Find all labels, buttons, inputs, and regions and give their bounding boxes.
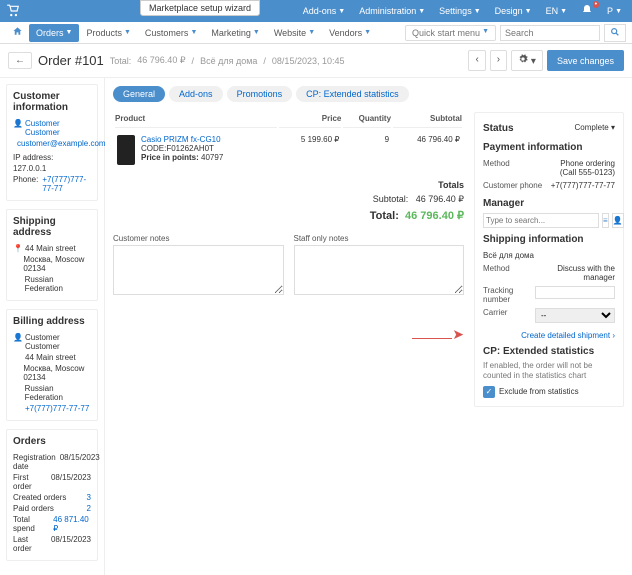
orders-stat-row: First order08/15/2023	[13, 472, 91, 492]
customer-info-card: Customer information 👤Customer Customer …	[6, 84, 98, 201]
menu-language[interactable]: EN▼	[542, 6, 571, 16]
product-name-link[interactable]: Casio PRIZM fx-CG10	[141, 135, 221, 144]
menu-addons[interactable]: Add-ons▼	[299, 6, 349, 16]
nav-products[interactable]: Products▼	[79, 24, 137, 42]
global-search-input[interactable]	[500, 25, 600, 41]
subtotal-cell: 46 796.40 ₽	[393, 130, 462, 170]
callout-arrow: ➤	[113, 328, 464, 345]
cart-icon[interactable]	[6, 4, 20, 18]
right-panel: StatusComplete ▾ Payment information Met…	[474, 112, 624, 407]
orders-stat-row: Last order08/15/2023	[13, 534, 91, 554]
shipping-address-card: Shipping address 📍44 Main street Москва,…	[6, 209, 98, 301]
tabs: General Add-ons Promotions CP: Extended …	[113, 86, 624, 102]
gear-button[interactable]: ▾	[511, 50, 543, 71]
user-icon: 👤	[13, 333, 21, 351]
save-changes-button[interactable]: Save changes	[547, 50, 624, 71]
orders-stat-row: Paid orders2	[13, 503, 91, 514]
billing-phone-link[interactable]: +7(777)777-77-77	[25, 404, 89, 413]
notification-badge: •	[593, 1, 599, 8]
manager-add-icon[interactable]: 👤	[612, 213, 624, 228]
customer-name-link[interactable]: Customer Customer	[25, 119, 91, 137]
next-order-button[interactable]: ›	[490, 50, 507, 71]
billing-address-card: Billing address 👤Customer Customer 44 Ma…	[6, 309, 98, 421]
exclude-stats-checkbox[interactable]: ✓	[483, 386, 495, 398]
back-button[interactable]: ←	[8, 52, 32, 69]
quick-start-menu[interactable]: Quick start menu▼	[405, 25, 496, 41]
product-image[interactable]	[117, 135, 135, 165]
title-timestamp: 08/15/2023, 10:45	[272, 56, 345, 66]
qty-cell: 9	[343, 130, 391, 170]
title-bar: ← Order #101 Total: 46 796.40 ₽ / Всё дл…	[0, 44, 632, 78]
tracking-number-input[interactable]	[535, 286, 615, 299]
tab-promotions[interactable]: Promotions	[227, 86, 293, 102]
location-icon: 📍	[13, 244, 21, 253]
marketplace-wizard-button[interactable]: Marketplace setup wizard	[140, 0, 260, 16]
menu-design[interactable]: Design▼	[491, 6, 536, 16]
table-row: Casio PRIZM fx-CG10 CODE:F01262AH0T Pric…	[115, 130, 462, 170]
manager-search-input[interactable]	[483, 213, 599, 228]
customer-notes-input[interactable]	[113, 245, 284, 295]
nav-orders[interactable]: Orders▼	[29, 24, 79, 42]
totals-block: Totals Subtotal: 46 796.40 ₽ Total: 46 7…	[113, 178, 464, 224]
status-dropdown[interactable]: Complete ▾	[514, 123, 615, 134]
notifications-icon[interactable]: •	[577, 4, 597, 18]
nav-marketing[interactable]: Marketing▼	[204, 24, 266, 42]
price-cell: 5 199.60 ₽	[279, 130, 341, 170]
products-table: Product Price Quantity Subtotal Casio PR…	[113, 112, 464, 172]
carrier-select[interactable]: --	[535, 308, 615, 323]
page-title: Order #101	[38, 53, 104, 68]
title-total-value: 46 796.40 ₽	[137, 55, 185, 66]
sidebar: Customer information 👤Customer Customer …	[0, 78, 105, 575]
user-menu[interactable]: P▼	[603, 6, 626, 16]
home-icon[interactable]	[6, 26, 29, 39]
orders-stat-row: Created orders3	[13, 492, 91, 503]
nav-customers[interactable]: Customers▼	[138, 24, 204, 42]
tab-addons[interactable]: Add-ons	[169, 86, 223, 102]
global-search-button[interactable]	[604, 24, 626, 42]
staff-notes-input[interactable]	[294, 245, 465, 295]
menu-settings[interactable]: Settings▼	[435, 6, 484, 16]
grand-total: 46 796.40 ₽	[405, 210, 464, 222]
orders-stat-row: Registration date08/15/2023	[13, 452, 91, 472]
user-icon: 👤	[13, 119, 21, 137]
orders-stats-card: Orders Registration date08/15/2023First …	[6, 429, 98, 561]
create-shipment-link[interactable]: Create detailed shipment ›	[521, 331, 615, 340]
orders-stat-row: Total spend46 871.40 ₽	[13, 514, 91, 534]
nav-vendors[interactable]: Vendors▼	[322, 24, 378, 42]
topbar: Marketplace setup wizard Add-ons▼ Admini…	[0, 0, 632, 22]
customer-phone-link[interactable]: +7(777)777-77-77	[42, 175, 91, 193]
navbar: Orders▼ Products▼ Customers▼ Marketing▼ …	[0, 22, 632, 44]
title-channel: Всё для дома	[200, 56, 257, 66]
manager-list-icon[interactable]: ≡	[602, 213, 609, 228]
tab-extended-stats[interactable]: CP: Extended statistics	[296, 86, 409, 102]
menu-administration[interactable]: Administration▼	[355, 6, 429, 16]
nav-website[interactable]: Website▼	[267, 24, 322, 42]
prev-order-button[interactable]: ‹	[468, 50, 485, 71]
title-total-label: Total:	[110, 56, 132, 66]
customer-email-link[interactable]: customer@example.com	[17, 139, 106, 148]
tab-general[interactable]: General	[113, 86, 165, 102]
